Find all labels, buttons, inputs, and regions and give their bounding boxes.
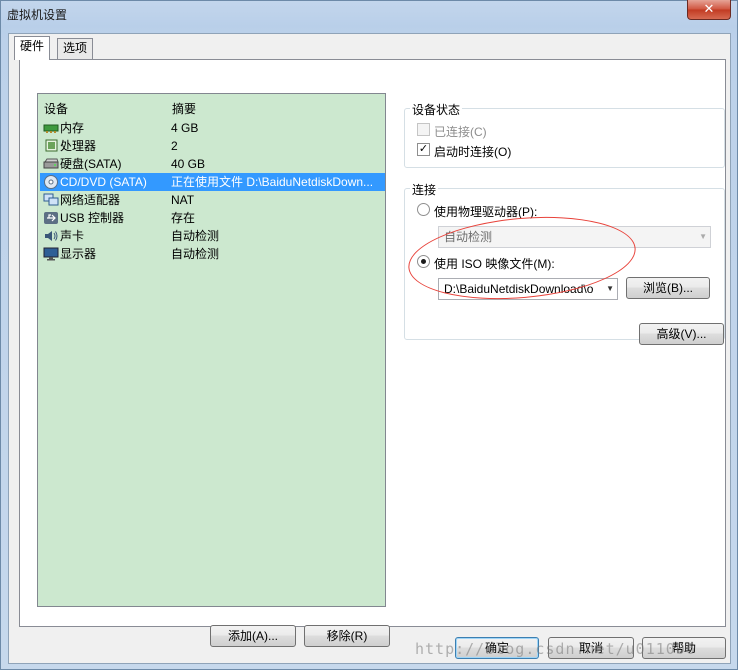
memory-icon <box>43 124 59 133</box>
processor-icon <box>45 139 58 152</box>
device-name: 硬盘(SATA) <box>60 157 122 171</box>
physical-drive-radio[interactable] <box>417 203 430 216</box>
connection-label: 连接 <box>410 181 439 198</box>
device-name: 处理器 <box>60 139 97 153</box>
device-summary: 自动检测 <box>171 229 220 243</box>
browse-button[interactable]: 浏览(B)... <box>626 277 710 299</box>
device-summary: 40 GB <box>171 157 206 171</box>
connect-at-power-on-label: 启动时连接(O) <box>434 145 512 159</box>
device-summary: 存在 <box>171 211 196 225</box>
sound-card-icon <box>45 231 58 241</box>
device-status-label: 设备状态 <box>410 101 463 118</box>
vm-settings-window: 虚拟机设置 ✕ 硬件 选项 设备 摘要 内存 4 GB 处理器 2 硬盘(SAT… <box>0 0 738 670</box>
device-list: 设备 摘要 内存 4 GB 处理器 2 硬盘(SATA) 40 GB CD/DV… <box>37 93 386 607</box>
device-name: 声卡 <box>60 229 85 243</box>
title-bar[interactable]: 虚拟机设置 ✕ <box>1 0 737 27</box>
network-adapter-icon <box>43 193 59 206</box>
cd-dvd-icon <box>44 175 58 189</box>
device-summary: 正在使用文件 D:\BaiduNetdiskDown... <box>171 175 374 189</box>
device-row-sound-card[interactable]: 声卡 自动检测 <box>40 227 385 245</box>
tab-hardware[interactable]: 硬件 <box>14 36 51 60</box>
remove-device-button[interactable]: 移除(R) <box>304 625 390 647</box>
column-header-summary[interactable]: 摘要 <box>172 100 196 117</box>
device-row-usb-controller[interactable]: USB 控制器 存在 <box>40 209 385 227</box>
close-button[interactable]: ✕ <box>687 0 731 20</box>
connected-label: 已连接(C) <box>434 125 487 139</box>
device-row-cd-dvd[interactable]: CD/DVD (SATA) 正在使用文件 D:\BaiduNetdiskDown… <box>40 173 385 191</box>
device-summary: 2 <box>171 139 178 153</box>
chevron-down-icon: ▼ <box>699 232 707 241</box>
physical-drive-label: 使用物理驱动器(P): <box>434 205 538 219</box>
device-row-network-adapter[interactable]: 网络适配器 NAT <box>40 191 385 209</box>
dialog-body: 硬件 选项 设备 摘要 内存 4 GB 处理器 2 硬盘(SATA) 40 GB… <box>8 33 731 664</box>
device-summary: 4 GB <box>171 121 199 135</box>
device-row-display[interactable]: 显示器 自动检测 <box>40 245 385 263</box>
device-summary: 自动检测 <box>171 247 220 261</box>
hard-disk-icon <box>43 158 59 169</box>
watermark-text: http://blog.csdn.net/u011006 <box>415 640 696 658</box>
iso-image-label: 使用 ISO 映像文件(M): <box>434 257 555 271</box>
check-mark-icon: ✓ <box>418 143 429 155</box>
advanced-button[interactable]: 高级(V)... <box>639 323 724 345</box>
display-icon <box>43 247 59 261</box>
iso-image-path-value: D:\BaiduNetdiskDownload\o <box>444 282 594 296</box>
physical-drive-select[interactable]: 自动检测 ▼ <box>438 226 711 248</box>
device-name: 内存 <box>60 121 85 135</box>
hardware-tab-page: 设备 摘要 内存 4 GB 处理器 2 硬盘(SATA) 40 GB CD/DV… <box>19 59 726 647</box>
radio-dot-icon <box>421 259 426 264</box>
chevron-down-icon: ▼ <box>606 284 614 293</box>
connect-at-power-on-checkbox[interactable]: ✓ <box>417 143 430 156</box>
device-row-hard-disk[interactable]: 硬盘(SATA) 40 GB <box>40 155 385 173</box>
column-header-device[interactable]: 设备 <box>44 100 68 117</box>
iso-image-radio[interactable] <box>417 255 430 268</box>
device-row-memory[interactable]: 内存 4 GB <box>40 119 385 137</box>
device-name: 网络适配器 <box>60 193 121 207</box>
close-icon: ✕ <box>703 1 715 16</box>
physical-drive-value: 自动检测 <box>444 230 493 244</box>
device-name: 显示器 <box>60 247 97 261</box>
device-name: USB 控制器 <box>60 211 125 225</box>
device-summary: NAT <box>171 193 195 207</box>
device-row-processor[interactable]: 处理器 2 <box>40 137 385 155</box>
tab-options[interactable]: 选项 <box>57 38 94 59</box>
add-device-button[interactable]: 添加(A)... <box>210 625 296 647</box>
iso-image-path-combo[interactable]: D:\BaiduNetdiskDownload\o ▼ <box>438 278 618 300</box>
window-title: 虚拟机设置 <box>7 8 68 22</box>
usb-icon <box>44 212 58 224</box>
device-name: CD/DVD (SATA) <box>60 175 147 189</box>
connected-checkbox[interactable] <box>417 123 430 136</box>
